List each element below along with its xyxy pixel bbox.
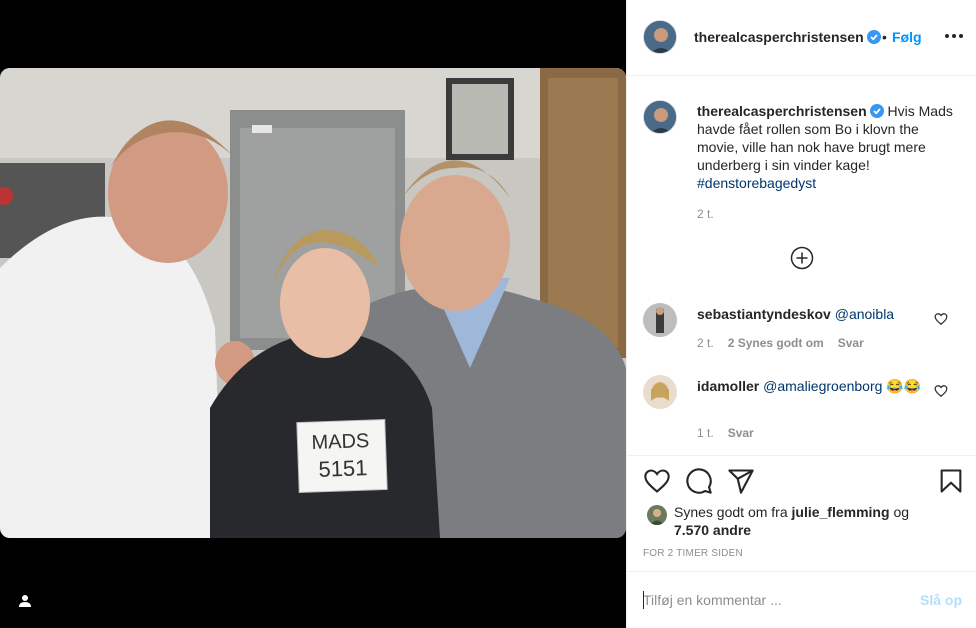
post-panel: therealcasperchristensen • Følg therealc… bbox=[626, 0, 976, 628]
comment-time: 2 t. bbox=[697, 336, 714, 350]
comment-icon[interactable] bbox=[685, 467, 713, 495]
comment-like-heart-icon[interactable] bbox=[934, 384, 948, 398]
post-photo[interactable]: MADS 5151 bbox=[0, 68, 626, 538]
add-comment-bar: Tilføj en kommentar ... Slå op bbox=[627, 571, 976, 628]
separator-dot: • bbox=[882, 29, 887, 45]
sign-text-line-1: MADS bbox=[311, 430, 370, 454]
add-comment-input[interactable]: Tilføj en kommentar ... bbox=[643, 592, 782, 608]
liker-avatar[interactable] bbox=[647, 505, 667, 525]
likes-text: Synes godt om fra julie_flemming og 7.57… bbox=[674, 503, 947, 539]
post-comment-button[interactable]: Slå op bbox=[920, 592, 962, 608]
text-caret bbox=[643, 591, 644, 609]
comment-text: idamoller @amaliegroenborg 😂😂 bbox=[697, 377, 922, 395]
commenter-avatar[interactable] bbox=[643, 303, 677, 337]
comment-mention[interactable]: @anoibla bbox=[835, 306, 894, 322]
caption-username[interactable]: therealcasperchristensen bbox=[697, 103, 867, 119]
comment-like-heart-icon[interactable] bbox=[934, 312, 948, 326]
comment-time: 1 t. bbox=[697, 426, 714, 440]
likes-user[interactable]: julie_flemming bbox=[792, 504, 890, 520]
reply-button[interactable]: Svar bbox=[838, 336, 864, 350]
sign-text-line-2: 5151 bbox=[318, 455, 368, 482]
caption-hashtag[interactable]: #denstorebagedyst bbox=[697, 175, 816, 191]
comment-mention[interactable]: @amaliegroenborg 😂😂 bbox=[763, 378, 921, 394]
user-tag-icon[interactable] bbox=[14, 590, 36, 612]
caption-text: therealcasperchristensen Hvis Mads havde… bbox=[697, 102, 959, 192]
likes-summary: Synes godt om fra julie_flemming og 7.57… bbox=[647, 503, 947, 539]
comment-meta: 2 t. 2 Synes godt om Svar bbox=[697, 336, 878, 350]
follow-button[interactable]: Følg bbox=[892, 29, 922, 45]
caption-avatar[interactable] bbox=[643, 100, 677, 134]
author-username[interactable]: therealcasperchristensen bbox=[694, 29, 881, 45]
post-timestamp[interactable]: For 2 timer siden bbox=[643, 548, 743, 559]
heart-icon[interactable] bbox=[643, 467, 671, 495]
share-icon[interactable] bbox=[727, 467, 755, 495]
more-horizontal-icon[interactable] bbox=[943, 25, 965, 47]
commenter-avatar[interactable] bbox=[643, 375, 677, 409]
likes-and: og bbox=[893, 504, 910, 520]
verified-badge-icon bbox=[866, 30, 881, 44]
bookmark-icon[interactable] bbox=[937, 467, 965, 495]
post-media: MADS 5151 bbox=[0, 0, 626, 628]
author-avatar[interactable] bbox=[643, 20, 677, 54]
post-header: therealcasperchristensen • Følg bbox=[627, 0, 976, 76]
comment-username[interactable]: sebastiantyndeskov bbox=[697, 306, 831, 322]
action-bar: Synes godt om fra julie_flemming og 7.57… bbox=[627, 455, 976, 627]
likes-count[interactable]: 7.570 andre bbox=[674, 522, 751, 538]
verified-badge-icon bbox=[869, 104, 884, 118]
author-username-text[interactable]: therealcasperchristensen bbox=[694, 29, 864, 45]
load-more-comments-icon[interactable] bbox=[790, 246, 814, 270]
comment-username[interactable]: idamoller bbox=[697, 378, 759, 394]
caption-time: 2 t. bbox=[697, 207, 714, 221]
comment-likes-count[interactable]: 2 Synes godt om bbox=[728, 336, 824, 350]
comment-text: sebastiantyndeskov @anoibla bbox=[697, 305, 922, 323]
reply-button[interactable]: Svar bbox=[728, 426, 754, 440]
likes-prefix: Synes godt om fra bbox=[674, 504, 788, 520]
comment-meta: 1 t. Svar bbox=[697, 426, 768, 440]
